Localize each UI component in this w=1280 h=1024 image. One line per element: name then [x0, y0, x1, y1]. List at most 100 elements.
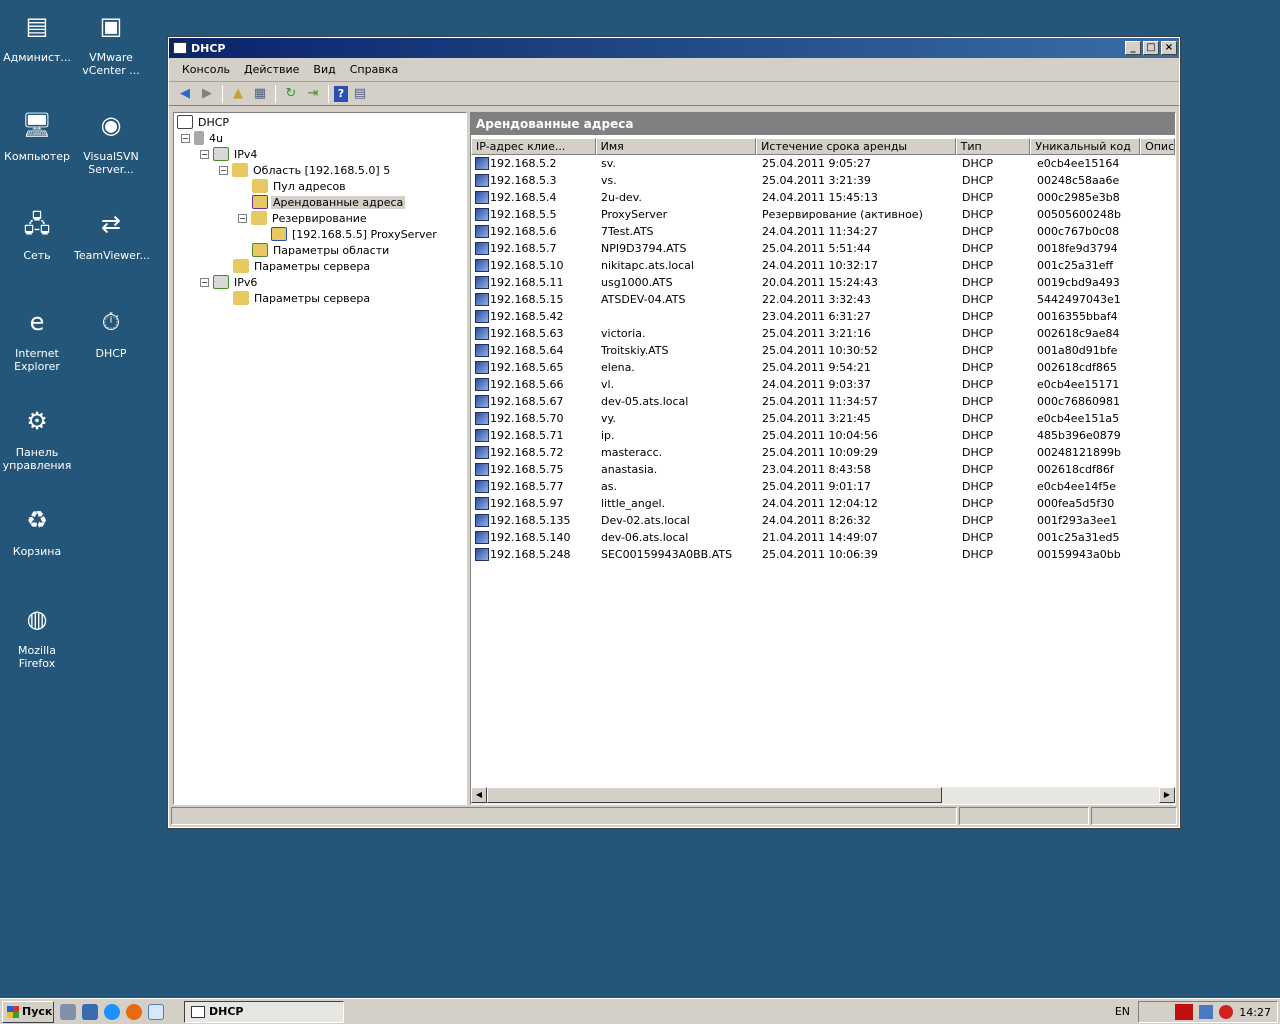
menu-console[interactable]: Консоль: [175, 63, 237, 76]
control-panel-icon[interactable]: ⚙ Панель управления: [0, 399, 74, 473]
collapse-icon[interactable]: −: [200, 277, 209, 287]
lease-ip: 192.168.5.5: [490, 208, 557, 221]
back-arrow-icon[interactable]: ◀: [175, 84, 195, 104]
security-alert-icon[interactable]: [1219, 1005, 1234, 1019]
lease-row[interactable]: 192.168.5.11 usg1000.ATS 20.04.2011 15:24:…: [471, 274, 1175, 291]
dhcp-window[interactable]: DHCP _ □ × Консоль Действие Вид Справка …: [167, 36, 1181, 829]
lease-row[interactable]: 192.168.5.4 2u-dev. 24.04.2011 15:45:13 DHC…: [471, 189, 1175, 206]
internet-explorer-icon[interactable]: e Internet Explorer: [0, 300, 74, 374]
lease-row[interactable]: 192.168.5.70 vy. 25.04.2011 3:21:45 DHCP e0c…: [471, 410, 1175, 427]
up-folder-icon[interactable]: ▲: [228, 84, 248, 104]
vmware-vcenter-icon[interactable]: ▣ VMware vCenter ...: [74, 4, 148, 78]
lease-row[interactable]: 192.168.5.140 dev-06.ats.local 21.04.2011 …: [471, 529, 1175, 546]
scroll-left-icon[interactable]: ◀: [471, 787, 487, 803]
lease-row[interactable]: 192.168.5.63 victoria. 25.04.2011 3:21:16 D…: [471, 325, 1175, 342]
options-icon: [252, 243, 268, 257]
lease-row[interactable]: 192.168.5.97 little_angel. 24.04.2011 12:0…: [471, 495, 1175, 512]
lease-row[interactable]: 192.168.5.65 elena. 25.04.2011 9:54:21 DHCP…: [471, 359, 1175, 376]
quicklaunch-notepad-icon[interactable]: [148, 1003, 164, 1020]
tree-node-server-options[interactable]: Параметры сервера: [233, 258, 372, 274]
collapse-icon[interactable]: −: [200, 149, 209, 159]
menu-view[interactable]: Вид: [306, 63, 342, 76]
menu-help[interactable]: Справка: [343, 63, 405, 76]
export-list-icon[interactable]: ⇥: [303, 84, 323, 104]
lease-computer-icon: [475, 446, 489, 459]
lease-row[interactable]: 192.168.5.67 dev-05.ats.local 25.04.2011 1…: [471, 393, 1175, 410]
show-hide-tree-icon[interactable]: ▦: [250, 84, 270, 104]
lease-row[interactable]: 192.168.5.64 Troitskiy.ATS 25.04.2011 10:3…: [471, 342, 1175, 359]
tree-node-reservations[interactable]: − Резервирование: [238, 210, 369, 226]
scroll-thumb[interactable]: [487, 787, 942, 803]
computer-icon[interactable]: 🖥 Компьютер: [0, 103, 74, 164]
recycle-bin-icon[interactable]: ♻ Корзина: [0, 498, 74, 559]
language-indicator[interactable]: EN: [1115, 1005, 1130, 1018]
tree-node-dhcp[interactable]: DHCP: [177, 114, 231, 130]
lease-unique-id: 000c2985e3b8: [1037, 191, 1120, 204]
lease-row[interactable]: 192.168.5.15 ATSDEV-04.ATS 22.04.2011 3:32…: [471, 291, 1175, 308]
tree-node-scope-options[interactable]: Параметры области: [252, 242, 391, 258]
leases-icon: [252, 195, 268, 209]
lease-row[interactable]: 192.168.5.72 masteracc. 25.04.2011 10:09:2…: [471, 444, 1175, 461]
lease-row[interactable]: 192.168.5.75 anastasia. 23.04.2011 8:43:58…: [471, 461, 1175, 478]
column-type[interactable]: Тип: [955, 138, 1031, 155]
quicklaunch-show-desktop-icon[interactable]: [82, 1003, 98, 1020]
admin-tools-icon[interactable]: ▤ Админист...: [0, 4, 74, 65]
column-unique-id[interactable]: Уникальный код: [1030, 138, 1141, 155]
close-button[interactable]: ×: [1161, 41, 1177, 55]
column-description[interactable]: Описа: [1140, 138, 1175, 155]
quicklaunch-ie-icon[interactable]: [104, 1003, 120, 1020]
lease-computer-icon: [475, 225, 489, 238]
column-ip[interactable]: IP-адрес клие...: [471, 138, 596, 155]
taskbar: Пуск DHCP EN 14:27: [0, 998, 1280, 1024]
taskbar-dhcp-button[interactable]: DHCP: [184, 1000, 344, 1023]
lease-row[interactable]: 192.168.5.248 SEC00159943A0BB.ATS 25.04.20…: [471, 546, 1175, 563]
lease-row[interactable]: 192.168.5.6 7Test.ATS 24.04.2011 11:34:27 D…: [471, 223, 1175, 240]
lease-row[interactable]: 192.168.5.2 sv. 25.04.2011 9:05:27 DHCP e0cb…: [471, 155, 1175, 172]
tree-node-scope[interactable]: − Область [192.168.5.0] 5: [219, 162, 392, 178]
scroll-right-icon[interactable]: ▶: [1159, 787, 1175, 803]
teamviewer-icon[interactable]: ⇄ TeamViewer...: [74, 202, 150, 263]
column-name[interactable]: Имя: [595, 138, 757, 155]
column-expiration[interactable]: Истечение срока аренды: [756, 138, 956, 155]
tree-node-server-options-v6[interactable]: Параметры сервера: [233, 290, 372, 306]
lease-row[interactable]: 192.168.5.10 nikitapc.ats.local 24.04.2011…: [471, 257, 1175, 274]
title-bar[interactable]: DHCP _ □ ×: [169, 38, 1179, 58]
collapse-icon[interactable]: −: [238, 213, 247, 223]
help-icon[interactable]: ?: [334, 85, 348, 102]
quicklaunch-server-manager-icon[interactable]: [60, 1003, 76, 1020]
clock[interactable]: 14:27: [1239, 1006, 1271, 1019]
lease-row[interactable]: 192.168.5.5 ProxyServer Резервирование (ак…: [471, 206, 1175, 223]
tree-node-server[interactable]: − 4u: [181, 130, 225, 146]
lease-row[interactable]: 192.168.5.7 NPI9D3794.ATS 25.04.2011 5:51:…: [471, 240, 1175, 257]
lease-row[interactable]: 192.168.5.3 vs. 25.04.2011 3:21:39 DHCP 0024…: [471, 172, 1175, 189]
lease-row[interactable]: 192.168.5.71 ip. 25.04.2011 10:04:56 DHCP 48…: [471, 427, 1175, 444]
start-button[interactable]: Пуск: [2, 1000, 54, 1023]
tree-node-pool[interactable]: Пул адресов: [252, 178, 348, 194]
collapse-icon[interactable]: −: [219, 165, 228, 175]
collapse-icon[interactable]: −: [181, 133, 190, 143]
minimize-button[interactable]: _: [1125, 41, 1141, 55]
visualsvn-icon[interactable]: ◉ VisualSVN Server...: [74, 103, 148, 177]
properties-icon[interactable]: ▤: [350, 84, 370, 104]
network-icon[interactable]: [1199, 1005, 1214, 1019]
dhcp-shortcut-icon[interactable]: ⏱ DHCP: [74, 300, 148, 361]
lease-row[interactable]: 192.168.5.135 Dev-02.ats.local 24.04.2011 …: [471, 512, 1175, 529]
tree-node-reservation-item[interactable]: [192.168.5.5] ProxyServer: [271, 226, 439, 242]
antivirus-icon[interactable]: [1175, 1004, 1194, 1020]
menu-action[interactable]: Действие: [237, 63, 306, 76]
horizontal-scrollbar[interactable]: ◀ ▶: [471, 787, 1175, 804]
refresh-icon[interactable]: ↻: [281, 84, 301, 104]
lease-ip: 192.168.5.11: [490, 276, 564, 289]
lease-computer-icon: [475, 480, 489, 493]
quicklaunch-firefox-icon[interactable]: [126, 1003, 142, 1020]
maximize-button[interactable]: □: [1143, 41, 1159, 55]
lease-row[interactable]: 192.168.5.77 as. 25.04.2011 9:01:17 DHCP e0c…: [471, 478, 1175, 495]
forward-arrow-icon[interactable]: ▶: [197, 84, 217, 104]
tree-node-ipv6[interactable]: − IPv6: [200, 274, 259, 290]
tree-node-ipv4[interactable]: − IPv4: [200, 146, 259, 162]
firefox-icon[interactable]: ◍ Mozilla Firefox: [0, 597, 74, 671]
lease-row[interactable]: 192.168.5.42 23.04.2011 6:31:27 DHCP 001635…: [471, 308, 1175, 325]
tree-node-leases[interactable]: Арендованные адреса: [252, 194, 406, 210]
lease-row[interactable]: 192.168.5.66 vl. 24.04.2011 9:03:37 DHCP e0c…: [471, 376, 1175, 393]
network-icon[interactable]: 🖧 Сеть: [0, 202, 74, 263]
